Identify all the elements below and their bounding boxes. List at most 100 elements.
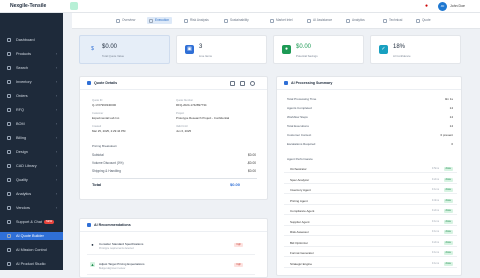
kpi-label: Potential Savings: [296, 54, 318, 58]
tab[interactable]: AI Assistance: [305, 17, 335, 24]
sidebar-item[interactable]: CAD Library ›: [0, 162, 63, 170]
dollar-icon: $: [91, 46, 94, 52]
app-logo[interactable]: Nexgile-Tensile: [10, 3, 46, 9]
kpi-value: $0.00: [296, 44, 312, 50]
top-bar: Nexgile-Tensile ● JD John Doe: [0, 0, 480, 13]
box-icon: ▣: [185, 45, 194, 54]
sidebar-item[interactable]: RFQ ›: [0, 106, 63, 114]
chevron-right-icon: ›: [55, 206, 57, 210]
field-value: Experimental Lab Inc.: [92, 116, 120, 120]
sidebar-item-icon: [7, 206, 11, 210]
avatar[interactable]: JD: [438, 2, 447, 11]
chevron-right-icon: ›: [55, 108, 57, 112]
tab[interactable]: Analytics: [344, 17, 368, 24]
kpi-card: ● $0.00 Potential Savings: [273, 35, 364, 64]
agent-name: Pricing Agent: [290, 198, 308, 203]
recommendation-item[interactable]: ● Consider Standard Specifications Prototy…: [87, 237, 255, 255]
field-label: Valid Until: [176, 125, 188, 128]
sidebar-item[interactable]: Inventory ›: [0, 78, 63, 86]
ai-recommendations-panel: AI Recommendations ● Consider Standard Sp…: [79, 218, 268, 278]
panel-header: AI Processing Summary: [277, 77, 461, 90]
tab-label: Quote: [422, 18, 431, 22]
sidebar-item-icon: [7, 248, 11, 252]
sidebar-item[interactable]: Dashboard: [0, 36, 63, 44]
user-name[interactable]: John Doe: [450, 4, 465, 8]
sidebar-item-label: Search: [16, 66, 29, 70]
agent-status-badge: done: [443, 167, 453, 171]
summary-label: Agents Completed: [287, 106, 312, 110]
sidebar-item-label: Dashboard: [16, 38, 35, 42]
tab-label: Sustainability: [230, 18, 249, 22]
field-label: Project: [176, 112, 185, 115]
agent-name: Compliance Agent: [290, 209, 315, 213]
field-value: Mar 25, 2025, 2:29:44 PM: [92, 129, 126, 133]
tab[interactable]: Sustainability: [222, 17, 252, 24]
menu-toggle-icon[interactable]: [70, 2, 78, 10]
agent-time: 0.1ms: [431, 188, 439, 191]
sidebar-item-icon: [7, 192, 11, 196]
chevron-right-icon: ›: [55, 122, 57, 126]
tab[interactable]: Technical: [381, 17, 405, 24]
sidebar-item[interactable]: Orders ›: [0, 92, 63, 100]
agent-name: Supplier Agent: [290, 219, 310, 224]
tab[interactable]: Quote: [414, 17, 434, 24]
field-label: Customer: [92, 112, 104, 115]
sidebar-item-label: Quality: [16, 178, 28, 182]
sidebar-item-icon: [7, 136, 11, 140]
sidebar-item-icon: [7, 262, 11, 266]
total-label: Total: [92, 182, 102, 187]
tab[interactable]: Market Intel: [268, 17, 296, 24]
tab-label: Risk Analysis: [190, 18, 209, 22]
agent-status-badge: done: [443, 240, 453, 245]
sidebar-item[interactable]: Vendors ›: [0, 204, 63, 212]
sidebar-item[interactable]: Products ›: [0, 50, 63, 58]
tab[interactable]: Overview: [114, 17, 138, 24]
sidebar-item[interactable]: AI Mission Control: [0, 246, 63, 254]
tab-icon: [416, 18, 420, 23]
print-icon[interactable]: [230, 81, 235, 86]
sidebar-item[interactable]: AI Product Studio: [0, 260, 63, 268]
sidebar-item-icon: [7, 108, 11, 112]
pricing-row-label: Subtotal: [92, 153, 104, 157]
field-value: Jun 6, 2025: [176, 129, 192, 133]
sidebar-item-icon: [7, 150, 11, 154]
agent-status-badge: done: [443, 251, 453, 255]
sidebar-item[interactable]: AI Quote Builder: [0, 232, 63, 240]
summary-value: 0: [451, 142, 453, 146]
tab[interactable]: Execution: [147, 17, 172, 24]
agent-status-badge: done: [443, 188, 453, 192]
quote-details-panel: Quote Details Quote ID Q-1727960340000 Quo…: [79, 76, 268, 200]
agent-name: Strategic Engine: [290, 261, 313, 266]
agent-time: 0.1ms: [431, 230, 439, 233]
sidebar-item[interactable]: BOM ›: [0, 120, 63, 128]
summary-label: Workflow Steps: [287, 115, 308, 119]
tab[interactable]: Risk Analysis: [182, 17, 212, 24]
sidebar-item[interactable]: Analytics ›: [0, 190, 63, 198]
sidebar-item[interactable]: Billing ›: [0, 134, 63, 142]
agent-name: Bid Optimizer: [290, 240, 309, 245]
sidebar-item[interactable]: Design ›: [0, 148, 63, 156]
tab-icon: [224, 18, 228, 23]
ai-processing-summary-panel: AI Processing Summary Total Processing T…: [276, 76, 462, 276]
sidebar-item[interactable]: Search ›: [0, 64, 63, 72]
agent-time: 0.1ms: [431, 261, 439, 265]
chevron-right-icon: ›: [55, 136, 57, 140]
pricing-row-label: Volume Discount (0%): [92, 161, 124, 165]
sidebar-item-label: AI Product Studio: [16, 262, 46, 266]
summary-label: Customer Context: [287, 133, 312, 137]
sidebar-item-label: AI Mission Control: [16, 248, 47, 252]
refresh-icon[interactable]: [250, 81, 255, 86]
sidebar-item[interactable]: Quality ›: [0, 176, 63, 184]
agent-status-badge: done: [443, 209, 453, 213]
pricing-heading: Pricing Breakdown: [92, 144, 118, 148]
recommendation-item[interactable]: ▲ Adjust Target Pricing Expectations Budge…: [87, 257, 255, 275]
divider: [92, 178, 257, 179]
panel-title: AI Recommendations: [94, 223, 131, 227]
agent-row: Spec Analyzer 0.2ms done: [284, 176, 457, 184]
kpi-card: $ $0.00 Total Quote Value: [79, 35, 170, 64]
download-icon[interactable]: [240, 81, 245, 86]
notification-bell-icon[interactable]: ●: [425, 3, 431, 10]
agent-time: 0.2ms: [431, 177, 439, 181]
chevron-right-icon: ›: [55, 80, 57, 84]
sidebar-item[interactable]: Support & Chat NEW: [0, 218, 63, 226]
